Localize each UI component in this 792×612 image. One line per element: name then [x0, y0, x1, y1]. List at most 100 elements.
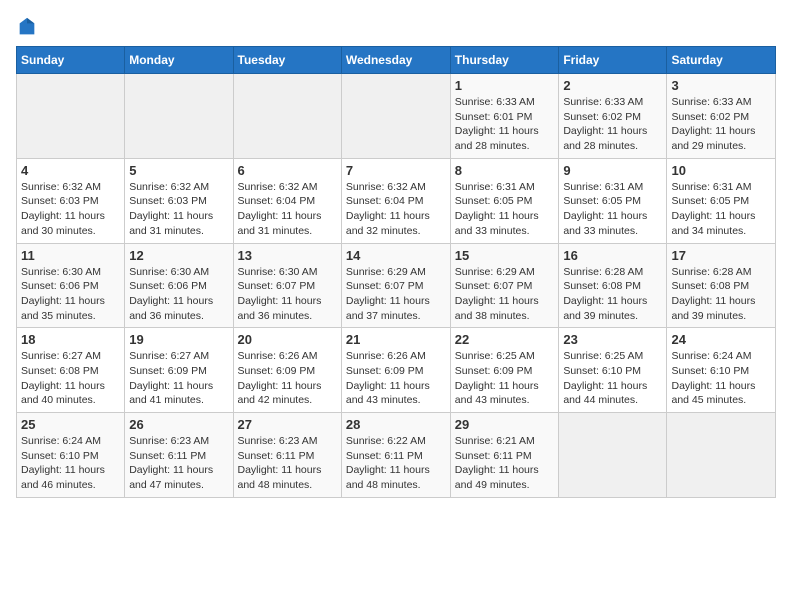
day-info: Sunrise: 6:31 AMSunset: 6:05 PMDaylight:… [455, 180, 555, 239]
day-number: 17 [671, 248, 771, 263]
day-info: Sunrise: 6:33 AMSunset: 6:02 PMDaylight:… [671, 95, 771, 154]
logo-icon [16, 16, 38, 38]
calendar-cell: 22 Sunrise: 6:25 AMSunset: 6:09 PMDayligh… [450, 328, 559, 413]
day-number: 8 [455, 163, 555, 178]
day-number: 16 [563, 248, 662, 263]
calendar-cell: 15 Sunrise: 6:29 AMSunset: 6:07 PMDayligh… [450, 243, 559, 328]
day-number: 5 [129, 163, 228, 178]
calendar-cell [667, 413, 776, 498]
day-info: Sunrise: 6:32 AMSunset: 6:04 PMDaylight:… [238, 180, 337, 239]
day-number: 7 [346, 163, 446, 178]
calendar-cell: 8 Sunrise: 6:31 AMSunset: 6:05 PMDaylight… [450, 158, 559, 243]
calendar-cell [17, 74, 125, 159]
day-info: Sunrise: 6:31 AMSunset: 6:05 PMDaylight:… [671, 180, 771, 239]
day-number: 14 [346, 248, 446, 263]
calendar-cell: 27Sunrise: 6:23 AMSunset: 6:11 PMDayligh… [233, 413, 341, 498]
day-number: 15 [455, 248, 555, 263]
weekday-header: Saturday [667, 47, 776, 74]
day-info: Sunrise: 6:26 AMSunset: 6:09 PMDaylight:… [238, 349, 337, 408]
calendar-cell: 24 Sunrise: 6:24 AMSunset: 6:10 PMDayligh… [667, 328, 776, 413]
calendar-cell: 11 Sunrise: 6:30 AMSunset: 6:06 PMDayligh… [17, 243, 125, 328]
day-info: Sunrise: 6:30 AMSunset: 6:06 PMDaylight:… [21, 265, 120, 324]
day-info: Sunrise: 6:22 AMSunset: 6:11 PMDaylight:… [346, 434, 446, 493]
day-number: 23 [563, 332, 662, 347]
day-info: Sunrise: 6:27 AMSunset: 6:09 PMDaylight:… [129, 349, 228, 408]
day-info: Sunrise: 6:26 AMSunset: 6:09 PMDaylight:… [346, 349, 446, 408]
calendar-cell: 14 Sunrise: 6:29 AMSunset: 6:07 PMDayligh… [341, 243, 450, 328]
calendar-cell: 12 Sunrise: 6:30 AMSunset: 6:06 PMDayligh… [125, 243, 233, 328]
calendar-cell: 28 Sunrise: 6:22 AMSunset: 6:11 PMDayligh… [341, 413, 450, 498]
day-info: Sunrise: 6:28 AMSunset: 6:08 PMDaylight:… [563, 265, 662, 324]
weekday-header: Sunday [17, 47, 125, 74]
calendar-cell: 1 Sunrise: 6:33 AMSunset: 6:01 PMDaylight… [450, 74, 559, 159]
day-number: 11 [21, 248, 120, 263]
day-info: Sunrise: 6:33 AMSunset: 6:02 PMDaylight:… [563, 95, 662, 154]
day-number: 12 [129, 248, 228, 263]
weekday-header: Monday [125, 47, 233, 74]
calendar-cell: 3 Sunrise: 6:33 AMSunset: 6:02 PMDaylight… [667, 74, 776, 159]
calendar-cell: 5 Sunrise: 6:32 AMSunset: 6:03 PMDaylight… [125, 158, 233, 243]
calendar-week-row: 1 Sunrise: 6:33 AMSunset: 6:01 PMDaylight… [17, 74, 776, 159]
day-info: Sunrise: 6:30 AMSunset: 6:07 PMDaylight:… [238, 265, 337, 324]
calendar-cell [125, 74, 233, 159]
day-info: Sunrise: 6:23 AMSunset: 6:11 PMDaylight:… [238, 434, 337, 493]
day-info: Sunrise: 6:31 AMSunset: 6:05 PMDaylight:… [563, 180, 662, 239]
day-info: Sunrise: 6:32 AMSunset: 6:04 PMDaylight:… [346, 180, 446, 239]
day-number: 4 [21, 163, 120, 178]
calendar-cell: 16 Sunrise: 6:28 AMSunset: 6:08 PMDayligh… [559, 243, 667, 328]
page-header [16, 16, 776, 38]
calendar-week-row: 18Sunrise: 6:27 AMSunset: 6:08 PMDayligh… [17, 328, 776, 413]
calendar-cell: 13 Sunrise: 6:30 AMSunset: 6:07 PMDayligh… [233, 243, 341, 328]
day-info: Sunrise: 6:29 AMSunset: 6:07 PMDaylight:… [346, 265, 446, 324]
day-info: Sunrise: 6:29 AMSunset: 6:07 PMDaylight:… [455, 265, 555, 324]
calendar-cell: 25Sunrise: 6:24 AMSunset: 6:10 PMDayligh… [17, 413, 125, 498]
weekday-header: Tuesday [233, 47, 341, 74]
day-number: 3 [671, 78, 771, 93]
calendar-cell: 29 Sunrise: 6:21 AMSunset: 6:11 PMDayligh… [450, 413, 559, 498]
calendar-cell: 17 Sunrise: 6:28 AMSunset: 6:08 PMDayligh… [667, 243, 776, 328]
day-number: 28 [346, 417, 446, 432]
day-info: Sunrise: 6:30 AMSunset: 6:06 PMDaylight:… [129, 265, 228, 324]
day-number: 29 [455, 417, 555, 432]
calendar-week-row: 4 Sunrise: 6:32 AMSunset: 6:03 PMDaylight… [17, 158, 776, 243]
calendar-cell: 10 Sunrise: 6:31 AMSunset: 6:05 PMDayligh… [667, 158, 776, 243]
day-number: 10 [671, 163, 771, 178]
day-info: Sunrise: 6:24 AMSunset: 6:10 PMDaylight:… [21, 434, 120, 493]
day-number: 13 [238, 248, 337, 263]
calendar-week-row: 11 Sunrise: 6:30 AMSunset: 6:06 PMDayligh… [17, 243, 776, 328]
calendar-table: SundayMondayTuesdayWednesdayThursdayFrid… [16, 46, 776, 498]
calendar-cell: 26Sunrise: 6:23 AMSunset: 6:11 PMDayligh… [125, 413, 233, 498]
weekday-header-row: SundayMondayTuesdayWednesdayThursdayFrid… [17, 47, 776, 74]
day-info: Sunrise: 6:28 AMSunset: 6:08 PMDaylight:… [671, 265, 771, 324]
calendar-cell [233, 74, 341, 159]
day-number: 19 [129, 332, 228, 347]
day-number: 2 [563, 78, 662, 93]
calendar-cell: 23 Sunrise: 6:25 AMSunset: 6:10 PMDayligh… [559, 328, 667, 413]
weekday-header: Wednesday [341, 47, 450, 74]
calendar-cell: 21Sunrise: 6:26 AMSunset: 6:09 PMDayligh… [341, 328, 450, 413]
day-number: 18 [21, 332, 120, 347]
day-number: 9 [563, 163, 662, 178]
day-info: Sunrise: 6:32 AMSunset: 6:03 PMDaylight:… [21, 180, 120, 239]
day-info: Sunrise: 6:24 AMSunset: 6:10 PMDaylight:… [671, 349, 771, 408]
day-number: 24 [671, 332, 771, 347]
calendar-cell: 18Sunrise: 6:27 AMSunset: 6:08 PMDayligh… [17, 328, 125, 413]
calendar-cell [559, 413, 667, 498]
day-number: 22 [455, 332, 555, 347]
day-info: Sunrise: 6:25 AMSunset: 6:10 PMDaylight:… [563, 349, 662, 408]
day-info: Sunrise: 6:21 AMSunset: 6:11 PMDaylight:… [455, 434, 555, 493]
day-info: Sunrise: 6:25 AMSunset: 6:09 PMDaylight:… [455, 349, 555, 408]
calendar-cell: 7 Sunrise: 6:32 AMSunset: 6:04 PMDaylight… [341, 158, 450, 243]
day-info: Sunrise: 6:33 AMSunset: 6:01 PMDaylight:… [455, 95, 555, 154]
day-info: Sunrise: 6:23 AMSunset: 6:11 PMDaylight:… [129, 434, 228, 493]
day-number: 1 [455, 78, 555, 93]
calendar-week-row: 25Sunrise: 6:24 AMSunset: 6:10 PMDayligh… [17, 413, 776, 498]
calendar-cell: 19 Sunrise: 6:27 AMSunset: 6:09 PMDayligh… [125, 328, 233, 413]
calendar-cell: 6 Sunrise: 6:32 AMSunset: 6:04 PMDaylight… [233, 158, 341, 243]
day-number: 6 [238, 163, 337, 178]
day-info: Sunrise: 6:32 AMSunset: 6:03 PMDaylight:… [129, 180, 228, 239]
calendar-cell: 2 Sunrise: 6:33 AMSunset: 6:02 PMDaylight… [559, 74, 667, 159]
logo [16, 16, 42, 38]
weekday-header: Thursday [450, 47, 559, 74]
calendar-cell: 9 Sunrise: 6:31 AMSunset: 6:05 PMDaylight… [559, 158, 667, 243]
